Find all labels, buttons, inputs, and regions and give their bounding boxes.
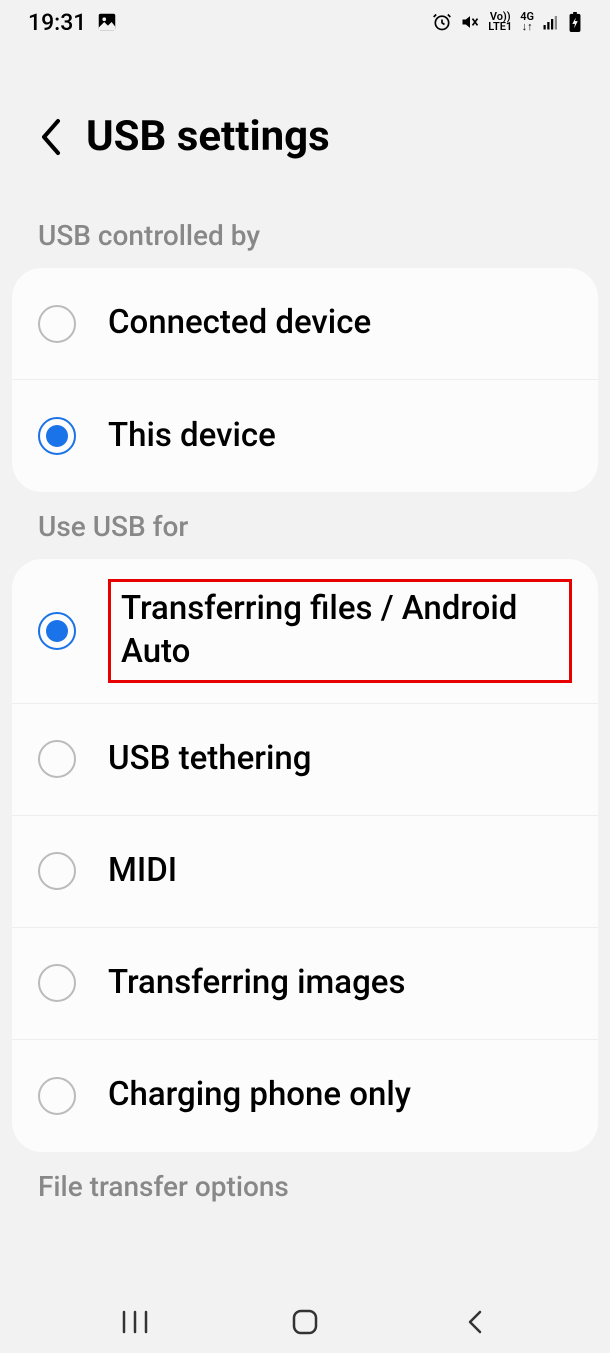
- status-time: 19:31: [28, 9, 86, 36]
- section-header-use-for: Use USB for: [0, 492, 610, 559]
- alarm-icon: [432, 12, 452, 32]
- network-indicator: 4G ↓↑: [520, 12, 534, 32]
- status-right: Vo)) LTE1 4G ↓↑: [432, 12, 582, 32]
- status-bar: 19:31 Vo)) LTE1 4: [0, 0, 610, 40]
- battery-icon: [568, 12, 582, 32]
- option-label: USB tethering: [108, 738, 311, 781]
- option-usb-tethering[interactable]: USB tethering: [12, 704, 598, 816]
- option-charging-only[interactable]: Charging phone only: [12, 1040, 598, 1152]
- back-nav-icon[interactable]: [461, 1308, 489, 1336]
- card-controlled-by: Connected device This device: [12, 268, 598, 492]
- radio-unselected-icon: [38, 1077, 76, 1115]
- option-label: MIDI: [108, 850, 177, 893]
- radio-unselected-icon: [38, 740, 76, 778]
- volte-indicator: Vo)) LTE1: [488, 12, 512, 32]
- option-label: Connected device: [108, 302, 371, 345]
- radio-selected-icon: [38, 612, 76, 650]
- option-label: Charging phone only: [108, 1074, 411, 1117]
- radio-selected-icon: [38, 417, 76, 455]
- option-label: This device: [108, 415, 276, 458]
- option-connected-device[interactable]: Connected device: [12, 268, 598, 380]
- back-icon[interactable]: [38, 117, 64, 157]
- system-nav-bar: [0, 1291, 610, 1353]
- radio-unselected-icon: [38, 852, 76, 890]
- section-header-file-transfer: File transfer options: [0, 1152, 610, 1219]
- option-this-device[interactable]: This device: [12, 380, 598, 492]
- status-left: 19:31: [28, 9, 118, 36]
- recents-icon[interactable]: [121, 1308, 149, 1336]
- option-label: Transferring images: [108, 962, 405, 1005]
- home-icon[interactable]: [291, 1308, 319, 1336]
- section-header-controlled-by: USB controlled by: [0, 201, 610, 268]
- option-transferring-images[interactable]: Transferring images: [12, 928, 598, 1040]
- option-label: Transferring files / Android Auto: [121, 588, 559, 674]
- highlight-box: Transferring files / Android Auto: [108, 579, 572, 683]
- radio-unselected-icon: [38, 305, 76, 343]
- option-transferring-files[interactable]: Transferring files / Android Auto: [12, 559, 598, 704]
- radio-unselected-icon: [38, 964, 76, 1002]
- page-title: USB settings: [86, 112, 330, 161]
- page-header: USB settings: [0, 40, 610, 201]
- option-midi[interactable]: MIDI: [12, 816, 598, 928]
- card-use-for: Transferring files / Android Auto USB te…: [12, 559, 598, 1152]
- mute-icon: [460, 12, 480, 32]
- signal-icon: [542, 13, 560, 31]
- picture-icon: [96, 11, 118, 33]
